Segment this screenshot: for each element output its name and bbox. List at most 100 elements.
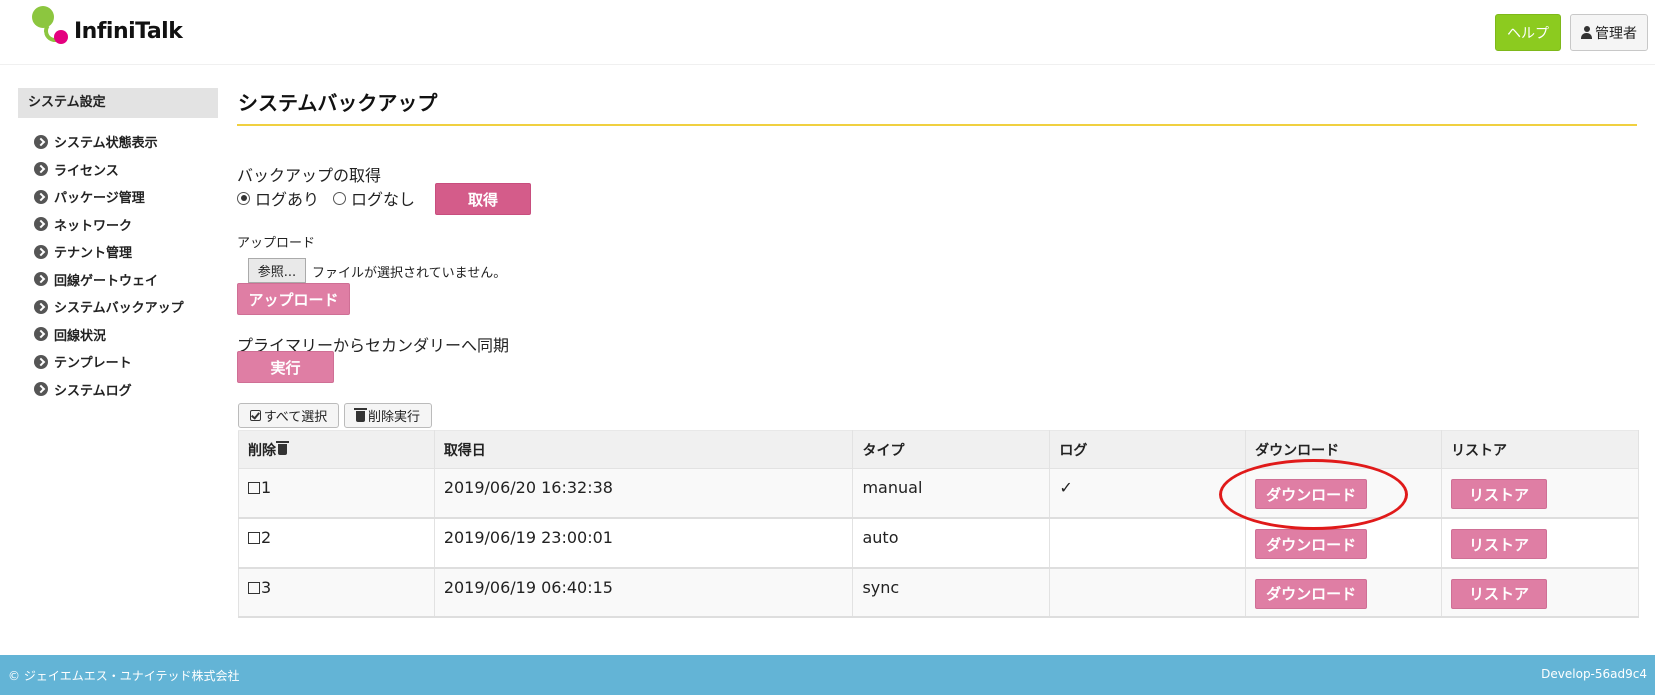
restore-cell: リストア bbox=[1441, 567, 1639, 618]
chevron-right-icon bbox=[34, 162, 48, 177]
delete-cell: 1 bbox=[238, 468, 435, 519]
file-status-text: ファイルが選択されていません。 bbox=[312, 266, 507, 281]
chevron-right-icon bbox=[34, 354, 48, 369]
sidebar-item-system-status[interactable]: システム状態表示 bbox=[18, 128, 218, 156]
backup-log-options: ログあり ログなし bbox=[237, 186, 429, 210]
restore-cell: リストア bbox=[1441, 468, 1639, 519]
column-header-log: ログ bbox=[1049, 430, 1247, 469]
backup-table: 削除 取得日 タイプ ログ ダウンロード リストア 1 2019/06/20 1… bbox=[238, 430, 1639, 618]
row-id: 3 bbox=[261, 577, 272, 597]
column-header-delete: 削除 bbox=[238, 430, 435, 469]
restore-button[interactable]: リストア bbox=[1451, 479, 1548, 509]
download-cell: ダウンロード bbox=[1245, 567, 1443, 618]
restore-button[interactable]: リストア bbox=[1451, 578, 1548, 609]
logo-text: InfiniTalk bbox=[74, 19, 183, 44]
log-cell bbox=[1049, 518, 1247, 569]
sidebar-item-system-backup[interactable]: システムバックアップ bbox=[18, 293, 218, 321]
sidebar-item-license[interactable]: ライセンス bbox=[18, 156, 218, 184]
sidebar-item-label: ライセンス bbox=[54, 163, 119, 179]
table-row: 1 2019/06/20 16:32:38 manual ✓ ダウンロード リス… bbox=[238, 468, 1639, 519]
copyright-text: © ジェイエムエス・ユナイテッド株式会社 bbox=[8, 669, 240, 683]
chevron-right-icon bbox=[34, 327, 48, 342]
sidebar-menu: システム状態表示 ライセンス パッケージ管理 ネットワーク テナント管理 回線ゲ… bbox=[18, 128, 218, 403]
upload-button[interactable]: アップロード bbox=[237, 283, 350, 315]
chevron-right-icon bbox=[34, 244, 48, 259]
version-text: Develop-56ad9c4 bbox=[1541, 667, 1647, 681]
sidebar-item-label: ネットワーク bbox=[54, 218, 133, 234]
sidebar-item-label: 回線状況 bbox=[54, 328, 107, 344]
sync-run-button[interactable]: 実行 bbox=[237, 351, 334, 383]
delete-run-label: 削除実行 bbox=[367, 410, 420, 425]
radio-with-log-label[interactable]: ログあり bbox=[255, 186, 319, 210]
trash-icon bbox=[276, 440, 289, 455]
download-button[interactable]: ダウンロード bbox=[1255, 479, 1368, 509]
sidebar-item-package[interactable]: パッケージ管理 bbox=[18, 183, 218, 211]
download-cell: ダウンロード bbox=[1245, 518, 1443, 569]
table-row: 3 2019/06/19 06:40:15 sync ダウンロード リストア bbox=[238, 567, 1639, 618]
sidebar-item-label: パッケージ管理 bbox=[54, 191, 145, 207]
chevron-right-icon bbox=[34, 299, 48, 314]
download-button[interactable]: ダウンロード bbox=[1255, 578, 1368, 609]
main-content: システムバックアップ bbox=[237, 85, 1637, 126]
infinitalk-logo[interactable]: InfiniTalk bbox=[30, 6, 230, 50]
radio-without-log[interactable] bbox=[333, 191, 347, 205]
admin-label: 管理者 bbox=[1595, 25, 1637, 42]
browse-file-button[interactable]: 参照... bbox=[248, 258, 306, 283]
sidebar-item-line-gateway[interactable]: 回線ゲートウェイ bbox=[18, 266, 218, 294]
chevron-right-icon bbox=[34, 134, 48, 149]
page-title: システムバックアップ bbox=[237, 85, 1637, 126]
sidebar-item-label: テナント管理 bbox=[54, 246, 133, 262]
footer: © ジェイエムエス・ユナイテッド株式会社 Develop-56ad9c4 bbox=[0, 655, 1655, 695]
select-all-label: すべて選択 bbox=[263, 410, 328, 425]
column-header-type: タイプ bbox=[852, 430, 1051, 469]
table-header-row: 削除 取得日 タイプ ログ ダウンロード リストア bbox=[238, 430, 1639, 469]
user-icon bbox=[1581, 26, 1592, 39]
sidebar-item-line-status[interactable]: 回線状況 bbox=[18, 321, 218, 349]
delete-checkbox[interactable] bbox=[248, 482, 260, 494]
radio-without-log-label[interactable]: ログなし bbox=[351, 186, 415, 210]
type-cell: auto bbox=[852, 518, 1051, 569]
type-cell: manual bbox=[852, 468, 1051, 519]
download-button[interactable]: ダウンロード bbox=[1255, 529, 1368, 559]
chevron-right-icon bbox=[34, 217, 48, 232]
sidebar-item-tenant[interactable]: テナント管理 bbox=[18, 238, 218, 266]
delete-run-button[interactable]: 削除実行 bbox=[344, 403, 432, 428]
row-id: 2 bbox=[261, 528, 272, 547]
row-id: 1 bbox=[261, 478, 272, 497]
trash-icon bbox=[353, 408, 367, 422]
column-header-date: 取得日 bbox=[433, 430, 854, 469]
column-header-restore: リストア bbox=[1441, 430, 1639, 469]
sidebar-item-system-log[interactable]: システムログ bbox=[18, 376, 218, 404]
sidebar-item-label: システムログ bbox=[54, 383, 132, 399]
date-cell: 2019/06/19 23:00:01 bbox=[433, 518, 854, 569]
delete-checkbox[interactable] bbox=[248, 581, 260, 594]
select-all-button[interactable]: すべて選択 bbox=[238, 403, 339, 428]
chevron-right-icon bbox=[34, 189, 48, 204]
sidebar-item-network[interactable]: ネットワーク bbox=[18, 211, 218, 239]
radio-with-log[interactable] bbox=[237, 191, 250, 205]
sidebar-item-label: システムバックアップ bbox=[54, 301, 184, 317]
sidebar-item-label: テンプレート bbox=[54, 356, 132, 372]
type-cell: sync bbox=[852, 567, 1051, 618]
log-cell bbox=[1049, 567, 1247, 618]
delete-checkbox[interactable] bbox=[248, 532, 260, 544]
upload-heading: アップロード bbox=[237, 236, 316, 251]
sidebar-title: システム設定 bbox=[18, 88, 218, 118]
app-header: InfiniTalk ヘルプ 管理者 bbox=[0, 0, 1655, 65]
restore-button[interactable]: リストア bbox=[1451, 529, 1548, 559]
date-cell: 2019/06/19 06:40:15 bbox=[433, 567, 854, 618]
sidebar-item-template[interactable]: テンプレート bbox=[18, 348, 218, 376]
sidebar-item-label: 回線ゲートウェイ bbox=[54, 273, 159, 289]
delete-cell: 3 bbox=[238, 567, 435, 618]
admin-menu-button[interactable]: 管理者 bbox=[1570, 14, 1648, 51]
sidebar: システム設定 システム状態表示 ライセンス パッケージ管理 ネットワーク テナン… bbox=[18, 88, 218, 403]
delete-cell: 2 bbox=[238, 518, 435, 569]
get-backup-button[interactable]: 取得 bbox=[435, 183, 531, 215]
table-row: 2 2019/06/19 23:00:01 auto ダウンロード リストア bbox=[238, 518, 1639, 569]
chevron-right-icon bbox=[34, 382, 48, 397]
check-square-icon bbox=[249, 410, 261, 421]
restore-cell: リストア bbox=[1441, 518, 1639, 569]
backup-heading: バックアップの取得 bbox=[237, 166, 382, 185]
help-button[interactable]: ヘルプ bbox=[1495, 14, 1561, 51]
log-cell: ✓ bbox=[1049, 468, 1247, 519]
